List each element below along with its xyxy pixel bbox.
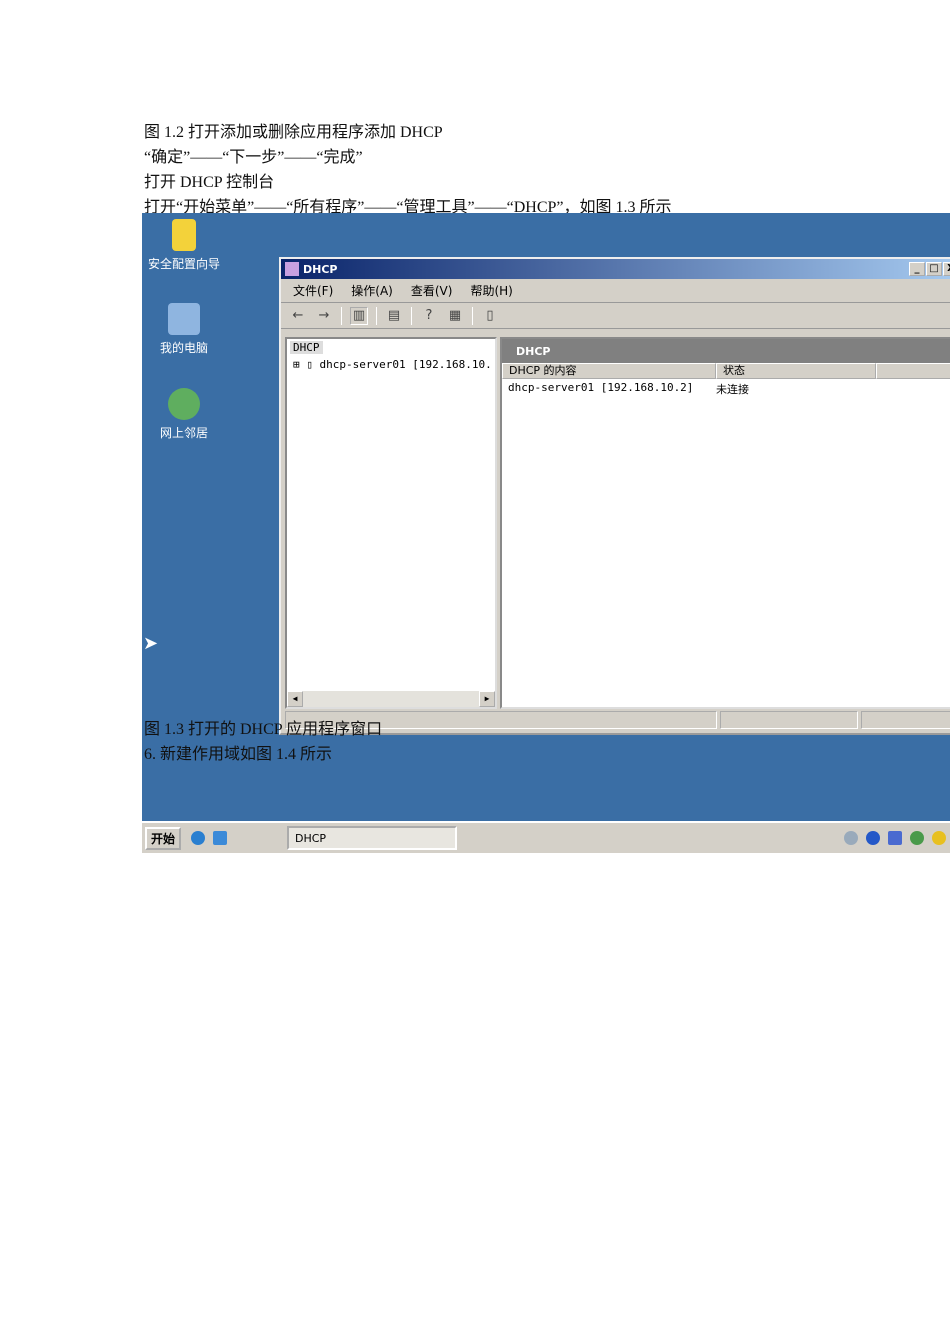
wizard-icon: [172, 219, 196, 251]
tree-root[interactable]: DHCP: [287, 339, 495, 356]
row-name: dhcp-server01 [192.168.10.2]: [508, 381, 694, 394]
minimize-button[interactable]: _: [909, 262, 925, 276]
quick-launch-icon[interactable]: [213, 831, 228, 845]
server-icon[interactable]: ▯: [481, 307, 499, 325]
menu-bar: 文件(F) 操作(A) 查看(V) 帮助(H): [281, 279, 950, 303]
menu-help[interactable]: 帮助(H): [470, 282, 512, 299]
dhcp-icon: [285, 262, 299, 276]
system-tray: [844, 831, 946, 845]
content-pane: DHCP DHCP 的内容 状态 dhcp-server01 [192.168.…: [500, 337, 950, 709]
expand-icon[interactable]: ⊞ ▯: [293, 358, 320, 371]
menu-file[interactable]: 文件(F): [293, 282, 333, 299]
tree-server-node[interactable]: ⊞ ▯ dhcp-server01 [192.168.10.: [287, 356, 495, 373]
network-tray-icon[interactable]: [888, 831, 902, 845]
update-icon[interactable]: [910, 831, 924, 845]
taskbar-dhcp-button[interactable]: DHCP: [287, 826, 457, 850]
start-button[interactable]: 开始: [145, 826, 182, 850]
export-list-icon[interactable]: ▤: [385, 307, 403, 325]
keyboard-icon[interactable]: [844, 831, 858, 845]
title-bar[interactable]: DHCP _□X: [281, 259, 950, 279]
icon-label: 网上邻居: [159, 426, 208, 440]
window-title: DHCP: [303, 262, 338, 276]
screenshot-desktop: 安全配置向导 我的电脑 网上邻居 DHCP _□X 文件(F) 操作(A) 查看…: [142, 213, 950, 853]
doc-line: 打开 DHCP 控制台: [144, 174, 275, 191]
status-bar: [285, 711, 950, 731]
scroll-right-icon[interactable]: ▶: [479, 691, 495, 707]
column-headers: DHCP 的内容 状态: [502, 363, 950, 379]
taskbar: 开始 DHCP: [142, 821, 950, 853]
tree-root-label: DHCP: [290, 341, 323, 354]
desktop-icon-network[interactable]: 网上邻居: [142, 388, 229, 441]
icon-label: 我的电脑: [159, 341, 208, 355]
row-status: 未连接: [716, 383, 749, 396]
ie-icon[interactable]: [191, 831, 206, 845]
maximize-button[interactable]: □: [926, 262, 942, 276]
close-button[interactable]: X: [943, 262, 950, 276]
computer-icon: [168, 303, 200, 335]
menu-action[interactable]: 操作(A): [351, 282, 393, 299]
icon-label: 安全配置向导: [147, 257, 220, 271]
doc-line: “确定”——“下一步”——“完成”: [144, 149, 363, 166]
network-icon: [168, 388, 200, 420]
desktop-icon-security-wizard[interactable]: 安全配置向导: [142, 219, 229, 272]
table-row[interactable]: dhcp-server01 [192.168.10.2] 未连接: [502, 379, 950, 399]
back-icon[interactable]: ←: [289, 307, 307, 325]
step-text: 6. 新建作用域如图 1.4 所示: [144, 746, 333, 763]
help-tray-icon[interactable]: [866, 831, 880, 845]
security-shield-icon[interactable]: [932, 831, 946, 845]
column-empty: [876, 363, 950, 379]
toolbar: ← → ▥ ▤ ? ▦ ▯: [281, 303, 950, 329]
action-pane-icon[interactable]: ▦: [446, 307, 464, 325]
mouse-cursor-icon: ➤: [143, 633, 159, 654]
desktop-icon-my-computer[interactable]: 我的电脑: [142, 303, 229, 356]
show-tree-icon[interactable]: ▥: [350, 306, 368, 325]
dhcp-window: DHCP _□X 文件(F) 操作(A) 查看(V) 帮助(H) ← → ▥ ▤…: [279, 257, 950, 735]
forward-icon[interactable]: →: [315, 307, 333, 325]
server-label: dhcp-server01 [192.168.10.: [319, 358, 492, 371]
content-header: DHCP: [502, 339, 950, 363]
task-label: DHCP: [295, 832, 327, 845]
menu-view[interactable]: 查看(V): [411, 282, 453, 299]
doc-line: 图 1.2 打开添加或删除应用程序添加 DHCP: [144, 124, 443, 141]
scroll-left-icon[interactable]: ◀: [287, 691, 303, 707]
figure-caption: 图 1.3 打开的 DHCP 应用程序窗口: [144, 721, 383, 738]
column-contents[interactable]: DHCP 的内容: [502, 363, 716, 379]
help-icon[interactable]: ?: [420, 307, 438, 325]
column-status[interactable]: 状态: [716, 363, 876, 379]
tree-pane: DHCP ⊞ ▯ dhcp-server01 [192.168.10. ◀ ▶: [285, 337, 497, 709]
horizontal-scrollbar[interactable]: ◀ ▶: [287, 691, 495, 707]
